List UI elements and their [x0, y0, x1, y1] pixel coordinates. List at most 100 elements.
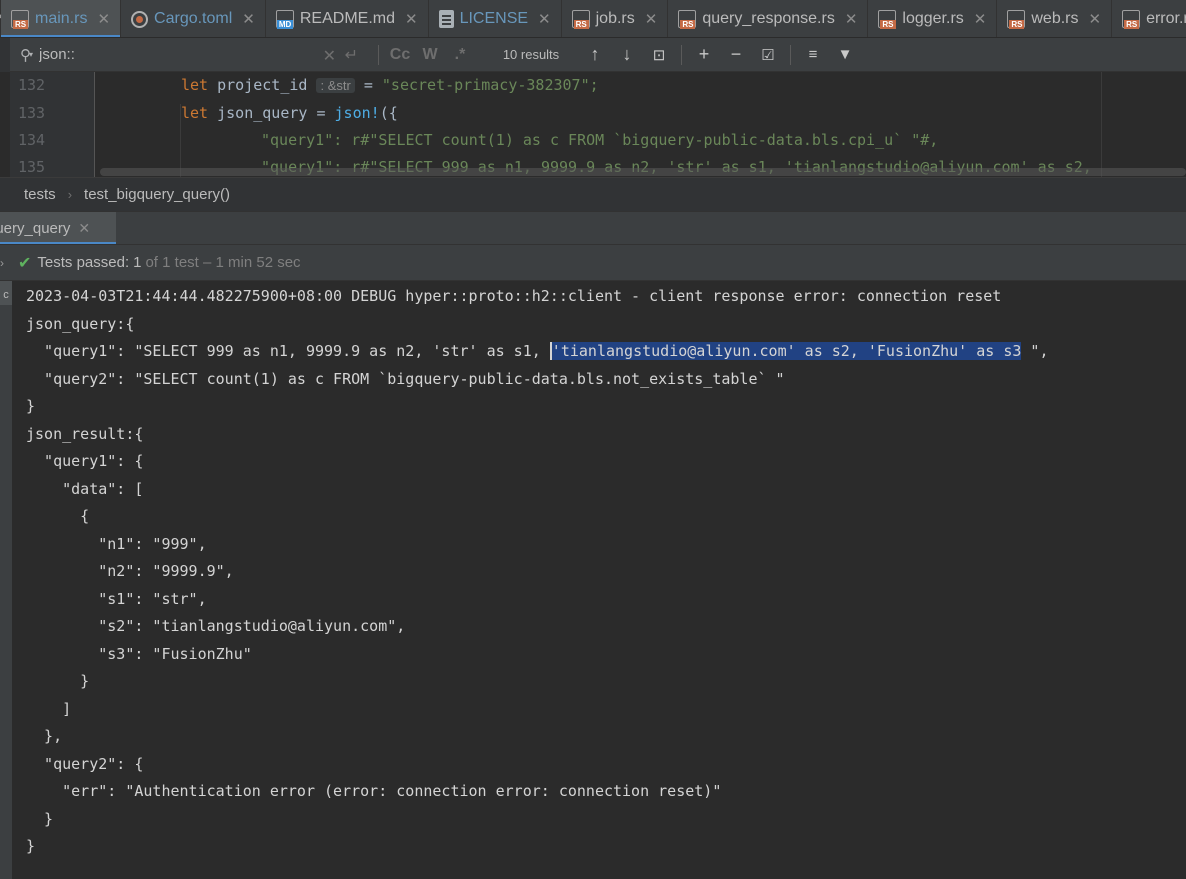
close-icon[interactable]: ✕	[1088, 10, 1101, 28]
console-line: "s3": "FusionZhu"	[26, 645, 252, 663]
line-number: 133	[18, 104, 46, 122]
line-number: 135	[18, 158, 46, 176]
macro-call: json!	[334, 104, 380, 122]
console-line: "data": [	[26, 480, 144, 498]
operator: =	[363, 76, 373, 94]
close-icon[interactable]: ✕	[974, 10, 987, 28]
tab-cargo-toml[interactable]: Cargo.toml ✕	[121, 0, 266, 37]
console-line: }	[26, 837, 36, 855]
tab-label: query_response.rs	[702, 10, 835, 27]
close-icon[interactable]: ✕	[845, 10, 858, 28]
close-icon[interactable]: ✕	[97, 10, 110, 28]
tab-label: Cargo.toml	[154, 10, 233, 27]
results-count: 10 results	[502, 47, 560, 62]
horizontal-scrollbar[interactable]	[100, 168, 1186, 176]
console-line: "s2": "tianlangstudio@aliyun.com",	[26, 617, 406, 635]
tab-label: error.rs	[1146, 10, 1186, 27]
rust-file-icon: RS	[1007, 10, 1026, 29]
history-dropdown-icon[interactable]: ▾	[29, 50, 33, 59]
right-margin-guide	[1101, 72, 1102, 177]
tab-error-rs[interactable]: RS error.rs	[1112, 0, 1186, 37]
tab-label: job.rs	[595, 10, 635, 27]
console-line: "query1": {	[26, 452, 144, 470]
run-tab[interactable]: query_query ✕	[0, 212, 116, 245]
line-number-gutter	[0, 72, 95, 177]
console-line: }	[26, 397, 36, 415]
whole-words-toggle[interactable]: W	[415, 46, 445, 64]
console-line: "n1": "999",	[26, 535, 207, 553]
console-line: json_result:{	[26, 425, 144, 443]
console-line: 2023-04-03T21:44:44.482275900+08:00 DEBU…	[26, 287, 1002, 305]
console-line: "query2": {	[26, 755, 144, 773]
string-literal: "secret-primacy-382307";	[381, 76, 599, 94]
separator	[378, 44, 379, 65]
test-status-bar: › ✔ Tests passed: 1 of 1 test – 1 min 52…	[0, 244, 1186, 281]
rust-file-icon: RS	[1122, 10, 1141, 29]
code-line-132: let project_id : &str = "secret-primacy-…	[181, 76, 599, 94]
console-output[interactable]: c 2023-04-03T21:44:44.482275900+08:00 DE…	[0, 281, 1186, 879]
status-details: of 1 test – 1 min 52 sec	[145, 254, 301, 271]
tab-main-rs[interactable]: RS main.rs ✕	[1, 0, 122, 37]
add-occurrence-icon[interactable]: +	[688, 44, 720, 65]
console-side-tab[interactable]: c	[0, 281, 12, 305]
console-line: json_query:{	[26, 315, 135, 333]
text-file-icon	[438, 10, 454, 28]
identifier: json_query	[217, 104, 308, 122]
search-input[interactable]	[39, 46, 300, 63]
operator: =	[316, 104, 326, 122]
rust-file-icon: RS	[878, 10, 897, 29]
close-icon[interactable]: ✕	[645, 10, 658, 28]
code-editor[interactable]: 132 133 134 135 let project_id : &str = …	[0, 72, 1186, 177]
match-case-toggle[interactable]: Cc	[385, 46, 415, 64]
next-occurrence-icon[interactable]: ↓	[611, 44, 643, 65]
identifier: project_id	[217, 76, 308, 94]
console-text: ",	[1021, 342, 1049, 360]
tab-label: main.rs	[35, 10, 88, 27]
remove-occurrence-icon[interactable]: −	[720, 44, 752, 65]
tab-web-rs[interactable]: RS web.rs ✕	[997, 0, 1113, 37]
type-hint: : &str	[316, 78, 355, 93]
open-in-window-icon[interactable]: ⊡	[643, 46, 675, 64]
search-field[interactable]: ⚲ ▾ ✕ ↵	[10, 38, 372, 72]
select-all-occurrences-icon[interactable]: ☑	[752, 46, 784, 64]
console-line: "s1": "str",	[26, 590, 207, 608]
filter-search-results-icon[interactable]: ≡	[797, 46, 829, 63]
filter-icon[interactable]: ▼	[829, 46, 861, 63]
tab-readme-md[interactable]: MD README.md ✕	[266, 0, 429, 37]
close-icon[interactable]: ✕	[78, 220, 90, 237]
previous-occurrence-icon[interactable]: ↑	[579, 44, 611, 65]
status-text: Tests passed:	[37, 254, 130, 271]
console-line: }	[26, 672, 90, 690]
rust-file-icon: RS	[678, 10, 697, 29]
line-number: 132	[18, 76, 46, 94]
close-icon[interactable]: ✕	[538, 10, 551, 28]
tab-license[interactable]: LICENSE ✕	[429, 0, 562, 37]
find-bar: ⚲ ▾ ✕ ↵ Cc W .* 10 results ↑ ↓ ⊡ + − ☑ ≡…	[0, 37, 1186, 72]
keyword: let	[181, 104, 209, 122]
close-icon[interactable]: ✕	[242, 10, 255, 28]
console-line: ]	[26, 700, 72, 718]
tab-job-rs[interactable]: RS job.rs ✕	[562, 0, 669, 37]
console-line: {	[26, 507, 90, 525]
close-icon[interactable]: ✕	[405, 10, 418, 28]
regex-toggle[interactable]: .*	[445, 46, 475, 64]
check-icon: ✔	[18, 254, 32, 272]
code-line-134: "query1": r#"SELECT count(1) as c FROM `…	[261, 131, 939, 149]
breadcrumb-item[interactable]: test_bigquery_query()	[84, 186, 230, 203]
expand-icon[interactable]: ›	[0, 256, 18, 270]
console-text: "query1": "SELECT 999 as n1, 9999.9 as n…	[26, 342, 550, 360]
tab-label: logger.rs	[902, 10, 964, 27]
code-line-133: let json_query = json!({	[181, 104, 398, 122]
console-line: }	[26, 810, 54, 828]
new-line-icon[interactable]: ↵	[345, 45, 358, 65]
text-selection: 'tianlangstudio@aliyun.com' as s2, 'Fusi…	[549, 342, 1022, 360]
tab-query-response-rs[interactable]: RS query_response.rs ✕	[668, 0, 869, 37]
chevron-right-icon: ›	[67, 187, 73, 202]
tab-logger-rs[interactable]: RS logger.rs ✕	[868, 0, 998, 37]
clear-search-icon[interactable]: ✕	[323, 46, 336, 66]
breadcrumb: tests › test_bigquery_query()	[0, 177, 1186, 211]
breadcrumb-item[interactable]: tests	[24, 186, 56, 203]
tab-label: web.rs	[1031, 10, 1079, 27]
console-side-toolbar: c	[0, 281, 12, 879]
editor-tab-bar: ▸ RS main.rs ✕ Cargo.toml ✕ MD README.md…	[0, 0, 1186, 38]
